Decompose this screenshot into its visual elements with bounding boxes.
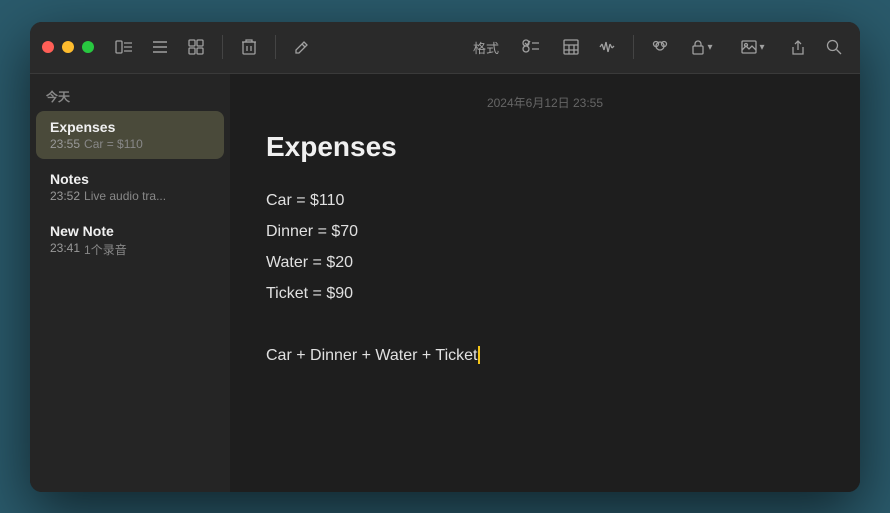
expense-line-4: Ticket = $90 (266, 280, 824, 307)
image-icon[interactable]: ▾ (730, 33, 776, 61)
format-text-button[interactable]: 格式 (467, 36, 505, 59)
editor-body-area[interactable]: Car = $110 Dinner = $70 Water = $20 Tick… (266, 187, 824, 374)
close-button[interactable] (42, 41, 54, 53)
note-time-expenses: 23:55 (50, 137, 80, 151)
minimize-button[interactable] (62, 41, 74, 53)
sidebar-item-expenses[interactable]: Expenses 23:55 Car = $110 (36, 111, 224, 159)
expense-line-3: Water = $20 (266, 249, 824, 276)
main-content: 今天 Expenses 23:55 Car = $110 Notes 23:52… (30, 74, 860, 492)
note-time-new-note: 23:41 (50, 241, 80, 258)
toolbar-divider-2 (275, 35, 276, 59)
compose-icon[interactable] (288, 33, 316, 61)
lock-icon[interactable]: ▾ (682, 33, 722, 61)
checklist-icon[interactable] (513, 33, 549, 61)
audio-icon[interactable] (593, 33, 621, 61)
note-preview-new-note: 1个录音 (84, 241, 127, 258)
note-meta-new-note: 23:41 1个录音 (50, 241, 210, 258)
formula-text: Car + Dinner + Water + Ticket (266, 347, 477, 364)
text-cursor (478, 346, 480, 364)
share-icon[interactable] (784, 33, 812, 61)
toolbar-divider-1 (222, 35, 223, 59)
note-time-notes: 23:52 (50, 189, 80, 203)
trash-icon[interactable] (235, 33, 263, 61)
traffic-lights (42, 41, 94, 53)
collaborate-icon[interactable] (646, 33, 674, 61)
sidebar-item-notes[interactable]: Notes 23:52 Live audio tra... (36, 163, 224, 211)
table-icon[interactable] (557, 33, 585, 61)
list-view-icon[interactable] (146, 33, 174, 61)
editor-body: Car = $110 Dinner = $70 Water = $20 Tick… (266, 187, 824, 370)
titlebar: 格式 (30, 22, 860, 74)
search-icon[interactable] (820, 33, 848, 61)
sidebar-item-new-note[interactable]: New Note 23:41 1个录音 (36, 215, 224, 266)
sidebar: 今天 Expenses 23:55 Car = $110 Notes 23:52… (30, 74, 230, 492)
note-meta-expenses: 23:55 Car = $110 (50, 137, 210, 151)
expense-line-1: Car = $110 (266, 187, 824, 214)
note-title-new-note: New Note (50, 223, 210, 239)
spacer-line (266, 311, 824, 338)
editor-timestamp: 2024年6月12日 23:55 (266, 94, 824, 111)
sidebar-toggle-icon[interactable] (110, 33, 138, 61)
sidebar-section-today: 今天 (30, 82, 230, 109)
note-meta-notes: 23:52 Live audio tra... (50, 189, 210, 203)
editor-title: Expenses (266, 131, 824, 163)
toolbar-divider-3 (633, 35, 634, 59)
formula-line: Car + Dinner + Water + Ticket (266, 342, 824, 369)
note-title-notes: Notes (50, 171, 210, 187)
app-window: 格式 (30, 22, 860, 492)
expense-line-2: Dinner = $70 (266, 218, 824, 245)
grid-view-icon[interactable] (182, 33, 210, 61)
editor-panel[interactable]: 2024年6月12日 23:55 Expenses Car = $110 Din… (230, 74, 860, 492)
note-preview-notes: Live audio tra... (84, 189, 166, 203)
note-preview-expenses: Car = $110 (84, 137, 143, 151)
note-title-expenses: Expenses (50, 119, 210, 135)
maximize-button[interactable] (82, 41, 94, 53)
